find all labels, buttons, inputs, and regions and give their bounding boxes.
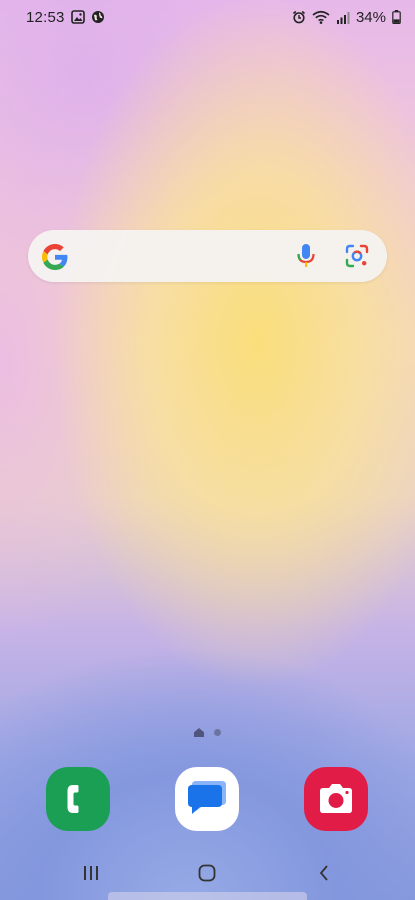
status-time: 12:53 <box>26 8 65 26</box>
camera-app-icon[interactable] <box>304 767 368 831</box>
home-page-indicator-icon <box>194 728 204 737</box>
battery-icon <box>392 10 401 24</box>
google-search-widget[interactable] <box>28 230 387 282</box>
camera-icon <box>316 782 356 816</box>
app-dock <box>0 767 415 831</box>
status-bar: 12:53 34% <box>0 0 415 34</box>
gesture-handle <box>108 892 307 900</box>
wifi-icon <box>312 10 330 24</box>
messages-app-icon[interactable] <box>175 767 239 831</box>
status-left: 12:53 <box>26 9 105 26</box>
back-icon <box>318 864 330 882</box>
page-dot <box>214 729 221 736</box>
back-button[interactable] <box>309 861 339 885</box>
status-right: 34% <box>292 9 401 26</box>
phone-app-icon[interactable] <box>46 767 110 831</box>
recents-button[interactable] <box>76 861 106 885</box>
home-button[interactable] <box>192 861 222 885</box>
navigation-bar <box>0 855 415 891</box>
recents-icon <box>82 865 100 881</box>
battery-percent: 34% <box>355 8 386 26</box>
signal-icon <box>336 11 350 24</box>
phone-icon <box>63 782 93 816</box>
page-indicator[interactable] <box>0 728 415 737</box>
google-logo-icon <box>42 244 68 275</box>
gallery-icon <box>70 10 85 24</box>
google-lens-icon[interactable] <box>345 244 369 273</box>
home-icon <box>198 864 216 882</box>
globe-icon <box>91 10 105 24</box>
alarm-icon <box>292 10 306 24</box>
mic-icon[interactable] <box>296 243 316 274</box>
messages-icon <box>184 777 230 821</box>
